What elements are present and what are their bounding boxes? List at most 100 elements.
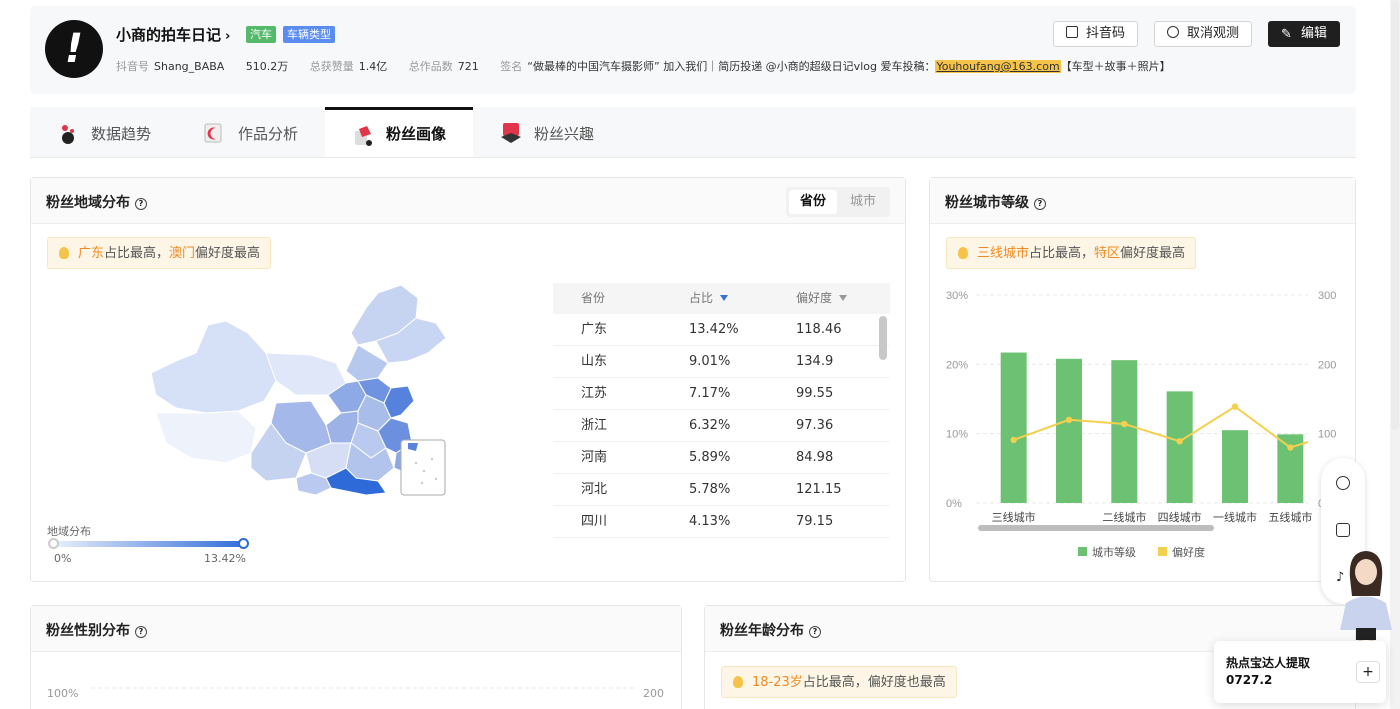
line-point [1121, 420, 1128, 428]
avatar: ! [45, 20, 103, 78]
tag-category: 汽车 [246, 26, 276, 43]
preference-cell: 99.55 [796, 386, 834, 401]
province-cell: 浙江 [581, 418, 608, 433]
preference-cell: 79.15 [796, 514, 834, 529]
y-right-tick: 300 [1318, 290, 1336, 302]
age-tip-top: 18-23岁 [752, 675, 803, 690]
edit-button[interactable]: ✎ 编辑 [1268, 21, 1341, 47]
table-row[interactable]: 广东 13.42% 118.46 [553, 314, 890, 346]
region-table-body: 广东 13.42% 118.46 山东 9.01% 134.9 江苏 7.17% 99.55 浙江… [553, 314, 890, 538]
works-label: 总作品数 [408, 60, 453, 73]
fan-region-title-text: 粉丝地域分布 [46, 195, 130, 211]
toggle-province[interactable]: 省份 [789, 190, 837, 214]
table-row[interactable]: 浙江 6.32% 97.36 [553, 410, 890, 442]
city-tip-pref: 特区 [1094, 246, 1121, 261]
table-scrollbar[interactable] [879, 316, 887, 360]
y-left-tick: 20% [946, 359, 968, 371]
table-row[interactable]: 山东 9.01% 134.9 [553, 346, 890, 378]
x-tick-label: 二线城市 [1102, 510, 1146, 524]
profile-name-text: 小商的拍车日记 [116, 26, 222, 44]
legend-max-label: 13.42% [204, 552, 246, 565]
fan-region-header: 粉丝地域分布? 省份 城市 [31, 178, 905, 224]
douyin-code-label: 抖音码 [1086, 26, 1126, 41]
tab-fan-interest[interactable]: 粉丝兴趣 [473, 107, 621, 157]
legend-min-handle[interactable] [48, 538, 59, 549]
lightbulb-icon [733, 676, 743, 688]
x-tick-label: 四线城市 [1158, 510, 1202, 524]
fan-region-card: 粉丝地域分布? 省份 城市 广东占比最高，澳门偏好度最高 地域分布 省份 占比 … [30, 177, 906, 582]
col-preference-label: 偏好度 [796, 291, 833, 305]
qr-icon [1066, 26, 1078, 38]
works-icon [204, 123, 222, 143]
preference-cell: 121.15 [796, 482, 842, 497]
bar [1222, 430, 1248, 503]
tab-works-analysis[interactable]: 作品分析 [177, 107, 325, 157]
tab-works-analysis-label: 作品分析 [238, 125, 299, 143]
table-row[interactable]: 河北 5.78% 121.15 [553, 474, 890, 506]
help-icon[interactable]: ? [135, 626, 147, 638]
legend-max-handle[interactable] [238, 538, 249, 549]
gender-y-left-top: 100% [47, 687, 79, 700]
preference-cell: 97.36 [796, 418, 834, 433]
tab-fan-portrait[interactable]: 粉丝画像 [325, 107, 473, 157]
edit-label: 编辑 [1301, 26, 1328, 41]
city-level-tip: 三线城市占比最高，特区偏好度最高 [946, 237, 1197, 269]
table-row[interactable]: 河南 5.89% 84.98 [553, 442, 890, 474]
bar [1111, 360, 1138, 503]
likes-label: 总获赞量 [309, 60, 354, 73]
col-preference[interactable]: 偏好度 [796, 283, 848, 314]
table-row[interactable]: 四川 4.13% 79.15 [553, 506, 890, 538]
douyin-id: Shang_BABA [154, 60, 225, 73]
line-point [1231, 403, 1239, 410]
city-level-title: 粉丝城市等级? [945, 192, 1046, 212]
lightbulb-icon [59, 247, 69, 259]
tab-data-trend[interactable]: 数据趋势 [30, 107, 177, 157]
legend-bar-swatch [1078, 547, 1087, 556]
tab-data-trend-label: 数据趋势 [91, 125, 152, 143]
region-table: 省份 占比 偏好度 广东 13.42% 118.46 山东 9.01% 134.9 江苏 7.… [553, 283, 890, 543]
help-icon[interactable]: ? [809, 626, 821, 638]
help-icon[interactable]: ? [1034, 198, 1046, 210]
city-level-header: 粉丝城市等级? [930, 178, 1355, 224]
qr-code-icon[interactable] [1336, 523, 1350, 537]
line-point [1176, 438, 1183, 445]
toggle-city[interactable]: 城市 [839, 190, 887, 214]
legend-bar-label: 城市等级 [1092, 545, 1136, 559]
profile-meta: 抖音号 Shang_BABA 510.2万 总获赞量 1.4亿 总作品数 721 签名… [116, 58, 1176, 74]
city-level-chart[interactable]: 30%30020%20010%1000%0三线城市二线城市四线城市一线城市五线城… [930, 273, 1355, 568]
province-cell: 山东 [581, 354, 608, 369]
city-tip-text2: 偏好度最高 [1120, 246, 1186, 261]
page-scrollbar-thumb[interactable] [1391, 0, 1399, 430]
douyin-code-button[interactable]: 抖音码 [1053, 21, 1139, 47]
region-tip-text1: 占比最高， [104, 246, 170, 261]
sign-label: 签名 [500, 60, 523, 73]
share-cell: 4.13% [689, 514, 731, 529]
col-share[interactable]: 占比 [689, 283, 729, 314]
province-cell: 河北 [581, 482, 608, 497]
x-tick-label: 一线城市 [1213, 510, 1257, 524]
fan-region-title: 粉丝地域分布? [46, 192, 147, 212]
age-tip-text: 占比最高，偏好度也最高 [802, 675, 946, 690]
share-cell: 5.78% [689, 482, 731, 497]
help-icon[interactable]: ? [135, 198, 147, 210]
sort-icon [839, 295, 848, 301]
share-cell: 7.17% [689, 386, 731, 401]
profile-name[interactable]: 小商的拍车日记 › [116, 24, 230, 45]
minus-circle-icon [1167, 26, 1179, 38]
col-province: 省份 [581, 291, 606, 305]
china-map[interactable] [146, 283, 456, 508]
tab-fan-portrait-label: 粉丝画像 [386, 125, 447, 143]
profile-header: ! 小商的拍车日记 › 汽车 车辆类型 抖音号 Shang_BABA 510.2万 … [30, 6, 1356, 94]
y-left-tick: 30% [946, 290, 968, 302]
add-button[interactable]: + [1356, 661, 1380, 683]
region-tip-top: 广东 [78, 246, 105, 261]
unwatch-button[interactable]: 取消观测 [1154, 21, 1253, 47]
region-tip-text2: 偏好度最高 [195, 246, 261, 261]
y-right-tick: 100 [1318, 429, 1336, 441]
legend-line-swatch [1158, 547, 1167, 556]
chat-icon[interactable] [1336, 476, 1350, 490]
table-row[interactable]: 江苏 7.17% 99.55 [553, 378, 890, 410]
fan-city-level-card: 粉丝城市等级? 三线城市占比最高，特区偏好度最高 30% 300 20% 200 10%… [929, 177, 1356, 582]
unwatch-label: 取消观测 [1187, 26, 1240, 41]
contact-email[interactable]: Youhoufang@163.com [935, 60, 1061, 73]
